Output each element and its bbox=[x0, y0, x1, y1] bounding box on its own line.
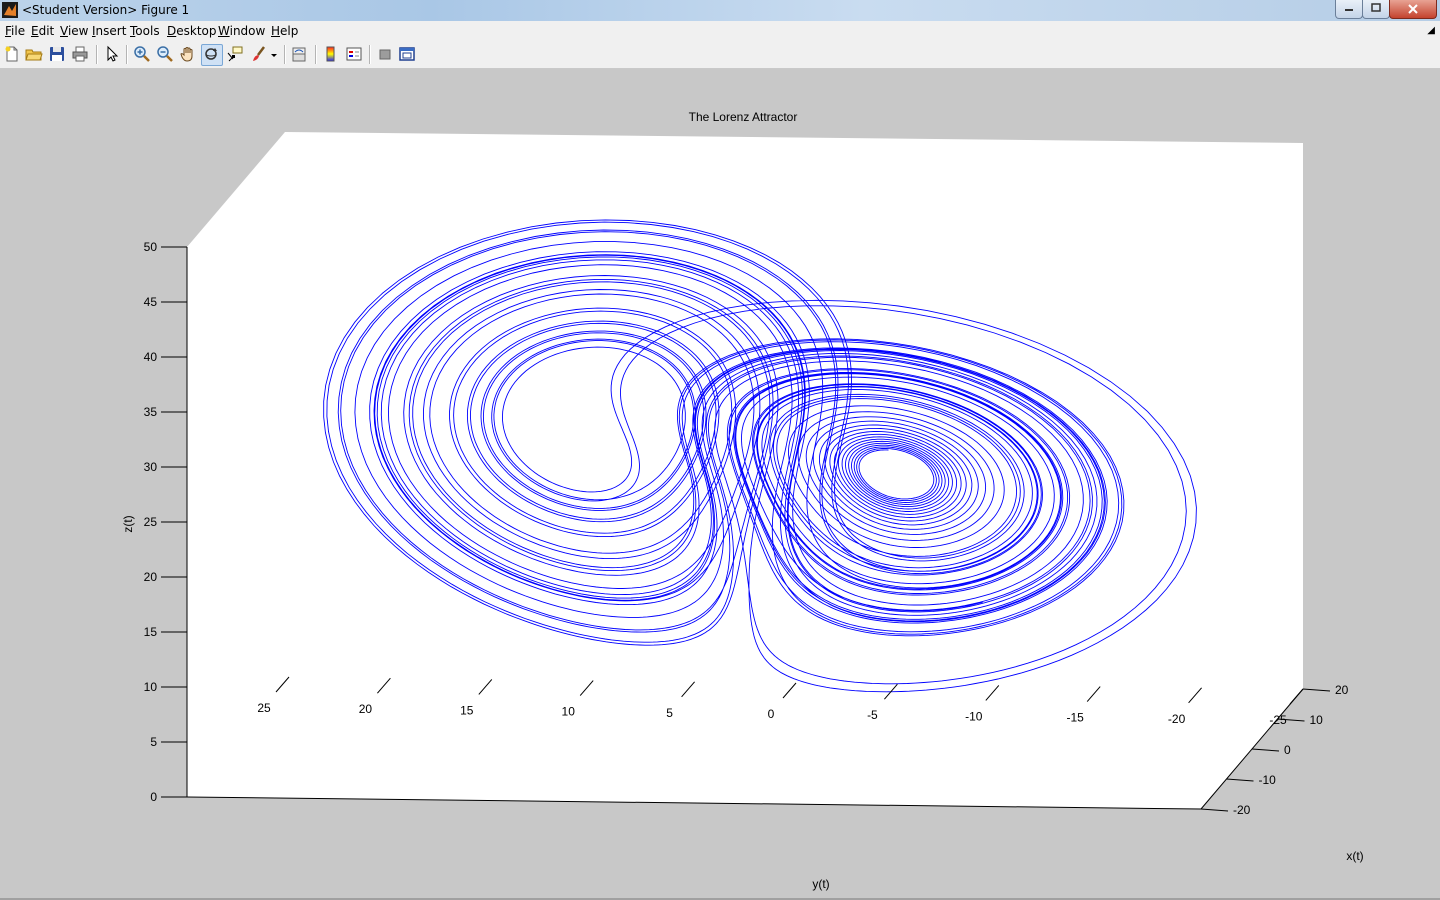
menu-insert[interactable]: Insert bbox=[92, 24, 126, 38]
matlab-icon bbox=[2, 2, 18, 18]
x-tick-label: -20 bbox=[1233, 803, 1251, 817]
y-tick-label: -10 bbox=[965, 709, 983, 723]
data-cursor-icon[interactable] bbox=[226, 45, 244, 63]
z-tick-label: 30 bbox=[144, 460, 158, 474]
link-plot-icon[interactable] bbox=[290, 45, 308, 63]
x-tick-label: 10 bbox=[1310, 713, 1324, 727]
minimize-button[interactable] bbox=[1335, 0, 1363, 19]
menu-tools[interactable]: Tools bbox=[130, 24, 160, 38]
zoom-in-icon[interactable] bbox=[133, 45, 151, 63]
x-tick-label: -10 bbox=[1259, 773, 1277, 787]
z-tick-label: 0 bbox=[150, 790, 157, 804]
x-tick-mark bbox=[1251, 748, 1280, 752]
menu-desktop[interactable]: Desktop bbox=[167, 24, 217, 38]
close-button[interactable] bbox=[1389, 0, 1437, 19]
toolbar-separator bbox=[369, 45, 371, 64]
window-titlebar: <Student Version> Figure 1 bbox=[0, 0, 1440, 21]
menu-window[interactable]: Window bbox=[218, 24, 265, 38]
save-icon[interactable] bbox=[48, 45, 66, 63]
z-tick-label: 25 bbox=[144, 515, 158, 529]
brush-dropdown-icon[interactable] bbox=[269, 45, 279, 63]
open-file-icon[interactable] bbox=[25, 45, 43, 63]
y-tick-label: -15 bbox=[1067, 711, 1085, 725]
lorenz-3d-plot[interactable]: 05101520253035404550 25 20 15 10 5 0 -5 -10 -15-… bbox=[0, 69, 1440, 900]
z-tick-label: 40 bbox=[144, 350, 158, 364]
toolbar-separator bbox=[126, 45, 128, 64]
print-icon[interactable] bbox=[71, 45, 89, 63]
z-tick-label: 20 bbox=[144, 570, 158, 584]
select-arrow-icon[interactable] bbox=[103, 45, 121, 63]
y-tick-label: 25 bbox=[257, 701, 271, 715]
y-tick-label: 5 bbox=[666, 706, 673, 720]
toolbar-separator bbox=[284, 45, 286, 64]
y-tick-label: 20 bbox=[359, 702, 373, 716]
z-tick-label: 5 bbox=[150, 735, 157, 749]
y-tick-label: -5 bbox=[867, 708, 878, 722]
window-title: <Student Version> Figure 1 bbox=[22, 3, 190, 17]
x-tick-mark bbox=[1302, 688, 1331, 692]
show-plot-tools-icon[interactable] bbox=[398, 45, 416, 63]
rotate-3d-icon[interactable] bbox=[201, 44, 223, 66]
colorbar-icon[interactable] bbox=[322, 45, 340, 63]
brush-icon[interactable] bbox=[250, 45, 268, 63]
x-tick-label: 0 bbox=[1284, 743, 1291, 757]
y-tick-label: 10 bbox=[562, 705, 576, 719]
z-tick-label: 10 bbox=[144, 680, 158, 694]
menu-file[interactable]: File bbox=[5, 24, 25, 38]
menu-help[interactable]: Help bbox=[271, 24, 298, 38]
x-tick-mark bbox=[1226, 778, 1254, 782]
menu-view[interactable]: View bbox=[60, 24, 88, 38]
z-tick-label: 15 bbox=[144, 625, 158, 639]
z-tick-label: 35 bbox=[144, 405, 158, 419]
y-tick-label: 0 bbox=[768, 707, 775, 721]
new-figure-icon[interactable] bbox=[3, 45, 21, 63]
hide-plot-tools-icon[interactable] bbox=[376, 45, 394, 63]
maximize-button[interactable] bbox=[1362, 0, 1390, 19]
zoom-out-icon[interactable] bbox=[156, 45, 174, 63]
x-axis-label: x(t) bbox=[1346, 849, 1363, 863]
y-axis-label: y(t) bbox=[812, 877, 829, 891]
y-tick-label: -20 bbox=[1168, 712, 1186, 726]
toolbar-separator bbox=[96, 45, 98, 64]
x-tick-label: 20 bbox=[1335, 683, 1349, 697]
legend-icon[interactable] bbox=[345, 45, 363, 63]
x-tick-mark bbox=[1200, 808, 1229, 812]
menu-bar: File Edit View Insert Tools Desktop Wind… bbox=[0, 21, 1440, 41]
z-tick-label: 45 bbox=[144, 295, 158, 309]
toolbar-separator bbox=[315, 45, 317, 64]
menu-edit[interactable]: Edit bbox=[31, 24, 54, 38]
z-tick-label: 50 bbox=[144, 240, 158, 254]
y-tick-label: 15 bbox=[460, 703, 474, 717]
figure-toolbar bbox=[0, 41, 1440, 69]
z-axis-label: z(t) bbox=[121, 515, 135, 532]
figure-canvas[interactable]: 0 5 10 15 20 25 30 35 40 45 50 25 20 15 10 5 0 -5 -10 -15-… bbox=[0, 69, 1440, 900]
dock-arrow-icon[interactable]: ◢ bbox=[1427, 25, 1435, 36]
chart-title: The Lorenz Attractor bbox=[689, 110, 798, 124]
pan-hand-icon[interactable] bbox=[179, 45, 197, 63]
